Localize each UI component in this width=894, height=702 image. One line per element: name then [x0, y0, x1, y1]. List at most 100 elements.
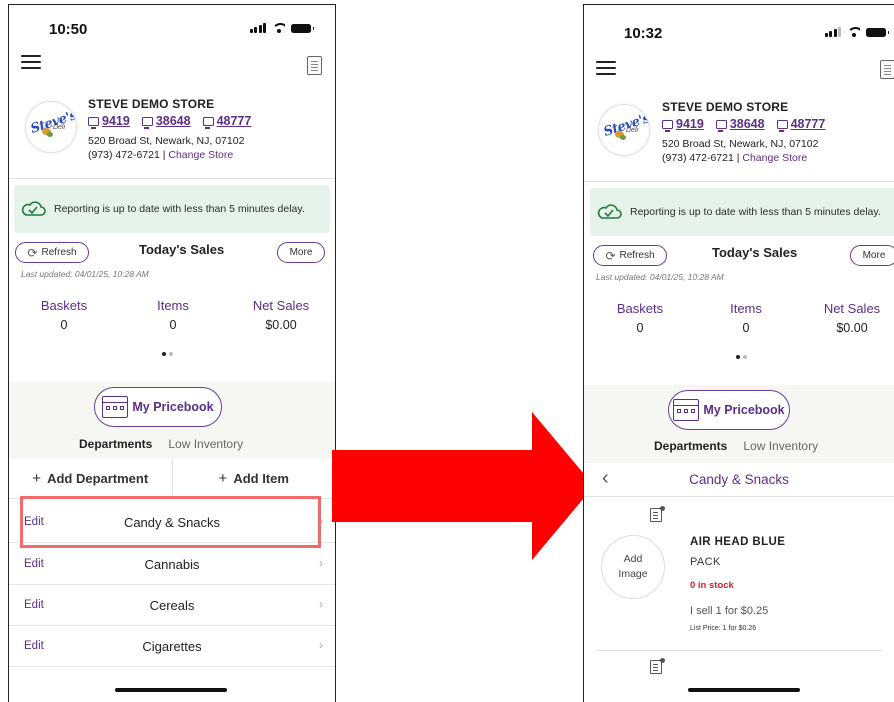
wifi-icon — [847, 27, 860, 37]
tab-departments[interactable]: Departments — [79, 437, 152, 451]
cloud-check-icon — [20, 201, 46, 217]
stat-baskets: Baskets 0 — [616, 301, 664, 335]
department-row[interactable]: Edit Cigarettes › — [9, 626, 335, 667]
plus-icon: + — [218, 470, 228, 487]
divider — [9, 178, 335, 179]
cloud-check-icon — [596, 204, 622, 220]
sell-price: I sell 1 for $0.25 — [690, 605, 769, 617]
banner-text: Reporting is up to date with less than 5… — [54, 203, 305, 215]
stat-baskets: Baskets 0 — [40, 298, 88, 332]
store-phone: (973) 472-6721 — [88, 149, 160, 161]
page-indicator[interactable] — [736, 355, 747, 359]
terminal-link[interactable]: 38648 — [715, 117, 765, 132]
receipt-icon[interactable] — [880, 60, 894, 79]
tab-low-inventory[interactable]: Low Inventory — [743, 439, 818, 453]
status-bar: 10:32 — [584, 5, 894, 53]
pricebook-section: My Pricebook Departments Low Inventory — [9, 382, 335, 460]
more-button[interactable]: More — [850, 245, 894, 266]
todays-sales-title: Today's Sales — [712, 245, 798, 260]
refresh-button[interactable]: ⟳ Refresh — [15, 242, 89, 263]
terminal-link[interactable]: 9419 — [88, 114, 130, 129]
product-package: PACK — [690, 556, 721, 568]
change-store-link[interactable]: Change Store — [742, 152, 807, 164]
phone-screen-before: 10:50 Steve's Deli STEVE DEMO STORE 9419… — [8, 4, 336, 702]
pricebook-actions: + Add Department + Add Item — [9, 459, 335, 499]
receipt-icon[interactable] — [307, 56, 322, 75]
terminal-link[interactable]: 38648 — [141, 114, 191, 129]
more-button[interactable]: More — [277, 242, 325, 263]
store-name: STEVE DEMO STORE — [88, 97, 215, 111]
page-indicator[interactable] — [162, 352, 173, 356]
item-note-icon[interactable] — [650, 658, 665, 674]
monitor-icon — [662, 119, 673, 132]
store-address: 520 Broad St, Newark, NJ, 07102 — [662, 138, 819, 150]
terminal-link[interactable]: 48777 — [776, 117, 825, 132]
reporting-status-banner: Reporting is up to date with less than 5… — [590, 188, 894, 236]
chevron-right-icon: › — [319, 556, 323, 570]
my-pricebook-button[interactable]: My Pricebook — [94, 387, 222, 427]
divider — [596, 650, 882, 651]
change-store-link[interactable]: Change Store — [168, 149, 233, 161]
my-pricebook-button[interactable]: My Pricebook — [668, 390, 790, 430]
monitor-icon — [141, 116, 153, 129]
add-item-button[interactable]: + Add Item — [171, 459, 336, 498]
chevron-right-icon: › — [319, 514, 323, 528]
monitor-icon — [715, 119, 727, 132]
status-bar: 10:50 — [9, 5, 335, 53]
phone-screen-after: 10:32 Steve's Deli STEVE DEMO STORE 9419… — [583, 4, 894, 702]
pricebook-tabs: Departments Low Inventory — [654, 439, 818, 453]
list-price: List Price: 1 for $0.26 — [690, 625, 757, 632]
divider — [584, 181, 894, 182]
status-time: 10:32 — [624, 25, 663, 42]
chevron-right-icon: › — [319, 638, 323, 652]
refresh-icon: ⟳ — [605, 248, 616, 263]
cellular-signal-icon — [824, 27, 841, 37]
monitor-icon — [776, 119, 788, 132]
status-icons — [824, 27, 889, 37]
terminal-link[interactable]: 48777 — [202, 114, 251, 129]
add-image-button[interactable]: Add Image — [601, 535, 665, 599]
wifi-icon — [272, 23, 285, 33]
department-name: Cereals — [149, 598, 195, 613]
store-logo: Steve's Deli — [598, 104, 650, 156]
hamburger-menu-icon[interactable] — [21, 55, 41, 69]
department-name: Candy & Snacks — [123, 515, 221, 530]
department-row[interactable]: Edit Cereals › — [9, 585, 335, 626]
battery-icon — [866, 27, 889, 37]
home-indicator[interactable] — [115, 688, 227, 692]
transition-arrow — [332, 412, 594, 560]
department-name: Cannabis — [144, 557, 200, 572]
banner-text: Reporting is up to date with less than 5… — [630, 206, 881, 218]
add-department-button[interactable]: + Add Department — [9, 459, 172, 498]
todays-sales-title: Today's Sales — [139, 242, 225, 257]
hamburger-menu-icon[interactable] — [596, 61, 616, 75]
monitor-icon — [202, 116, 214, 129]
category-header: ‹ Candy & Snacks — [584, 464, 894, 497]
store-phone-line: (973) 472-6721 | Change Store — [88, 149, 234, 161]
store-phone: (973) 472-6721 — [662, 152, 734, 164]
status-icons — [249, 23, 314, 33]
cellular-signal-icon — [249, 23, 266, 33]
stat-net-sales: Net Sales $0.00 — [823, 301, 881, 335]
pricebook-icon — [102, 396, 129, 418]
battery-icon — [291, 23, 314, 33]
department-row[interactable]: Edit Cannabis › — [9, 544, 335, 585]
tab-low-inventory[interactable]: Low Inventory — [168, 437, 243, 451]
home-indicator[interactable] — [688, 688, 800, 692]
store-logo: Steve's Deli — [25, 101, 77, 153]
reporting-status-banner: Reporting is up to date with less than 5… — [14, 185, 330, 233]
tab-departments[interactable]: Departments — [654, 439, 727, 453]
last-updated-text: Last updated: 04/01/25, 10:28 AM — [596, 272, 724, 282]
store-phone-line: (973) 472-6721 | Change Store — [662, 152, 808, 164]
last-updated-text: Last updated: 04/01/25, 10:28 AM — [21, 269, 149, 279]
pricebook-icon — [673, 399, 700, 421]
terminal-link[interactable]: 9419 — [662, 117, 704, 132]
department-row[interactable]: Edit Candy & Snacks › — [9, 502, 335, 543]
stat-items: Items 0 — [730, 301, 762, 335]
department-name: Cigarettes — [142, 639, 202, 654]
refresh-button[interactable]: ⟳ Refresh — [593, 245, 667, 266]
stock-status: 0 in stock — [690, 580, 734, 591]
store-name: STEVE DEMO STORE — [662, 100, 789, 114]
item-note-icon[interactable] — [650, 506, 665, 522]
product-name: AIR HEAD BLUE — [690, 536, 786, 548]
